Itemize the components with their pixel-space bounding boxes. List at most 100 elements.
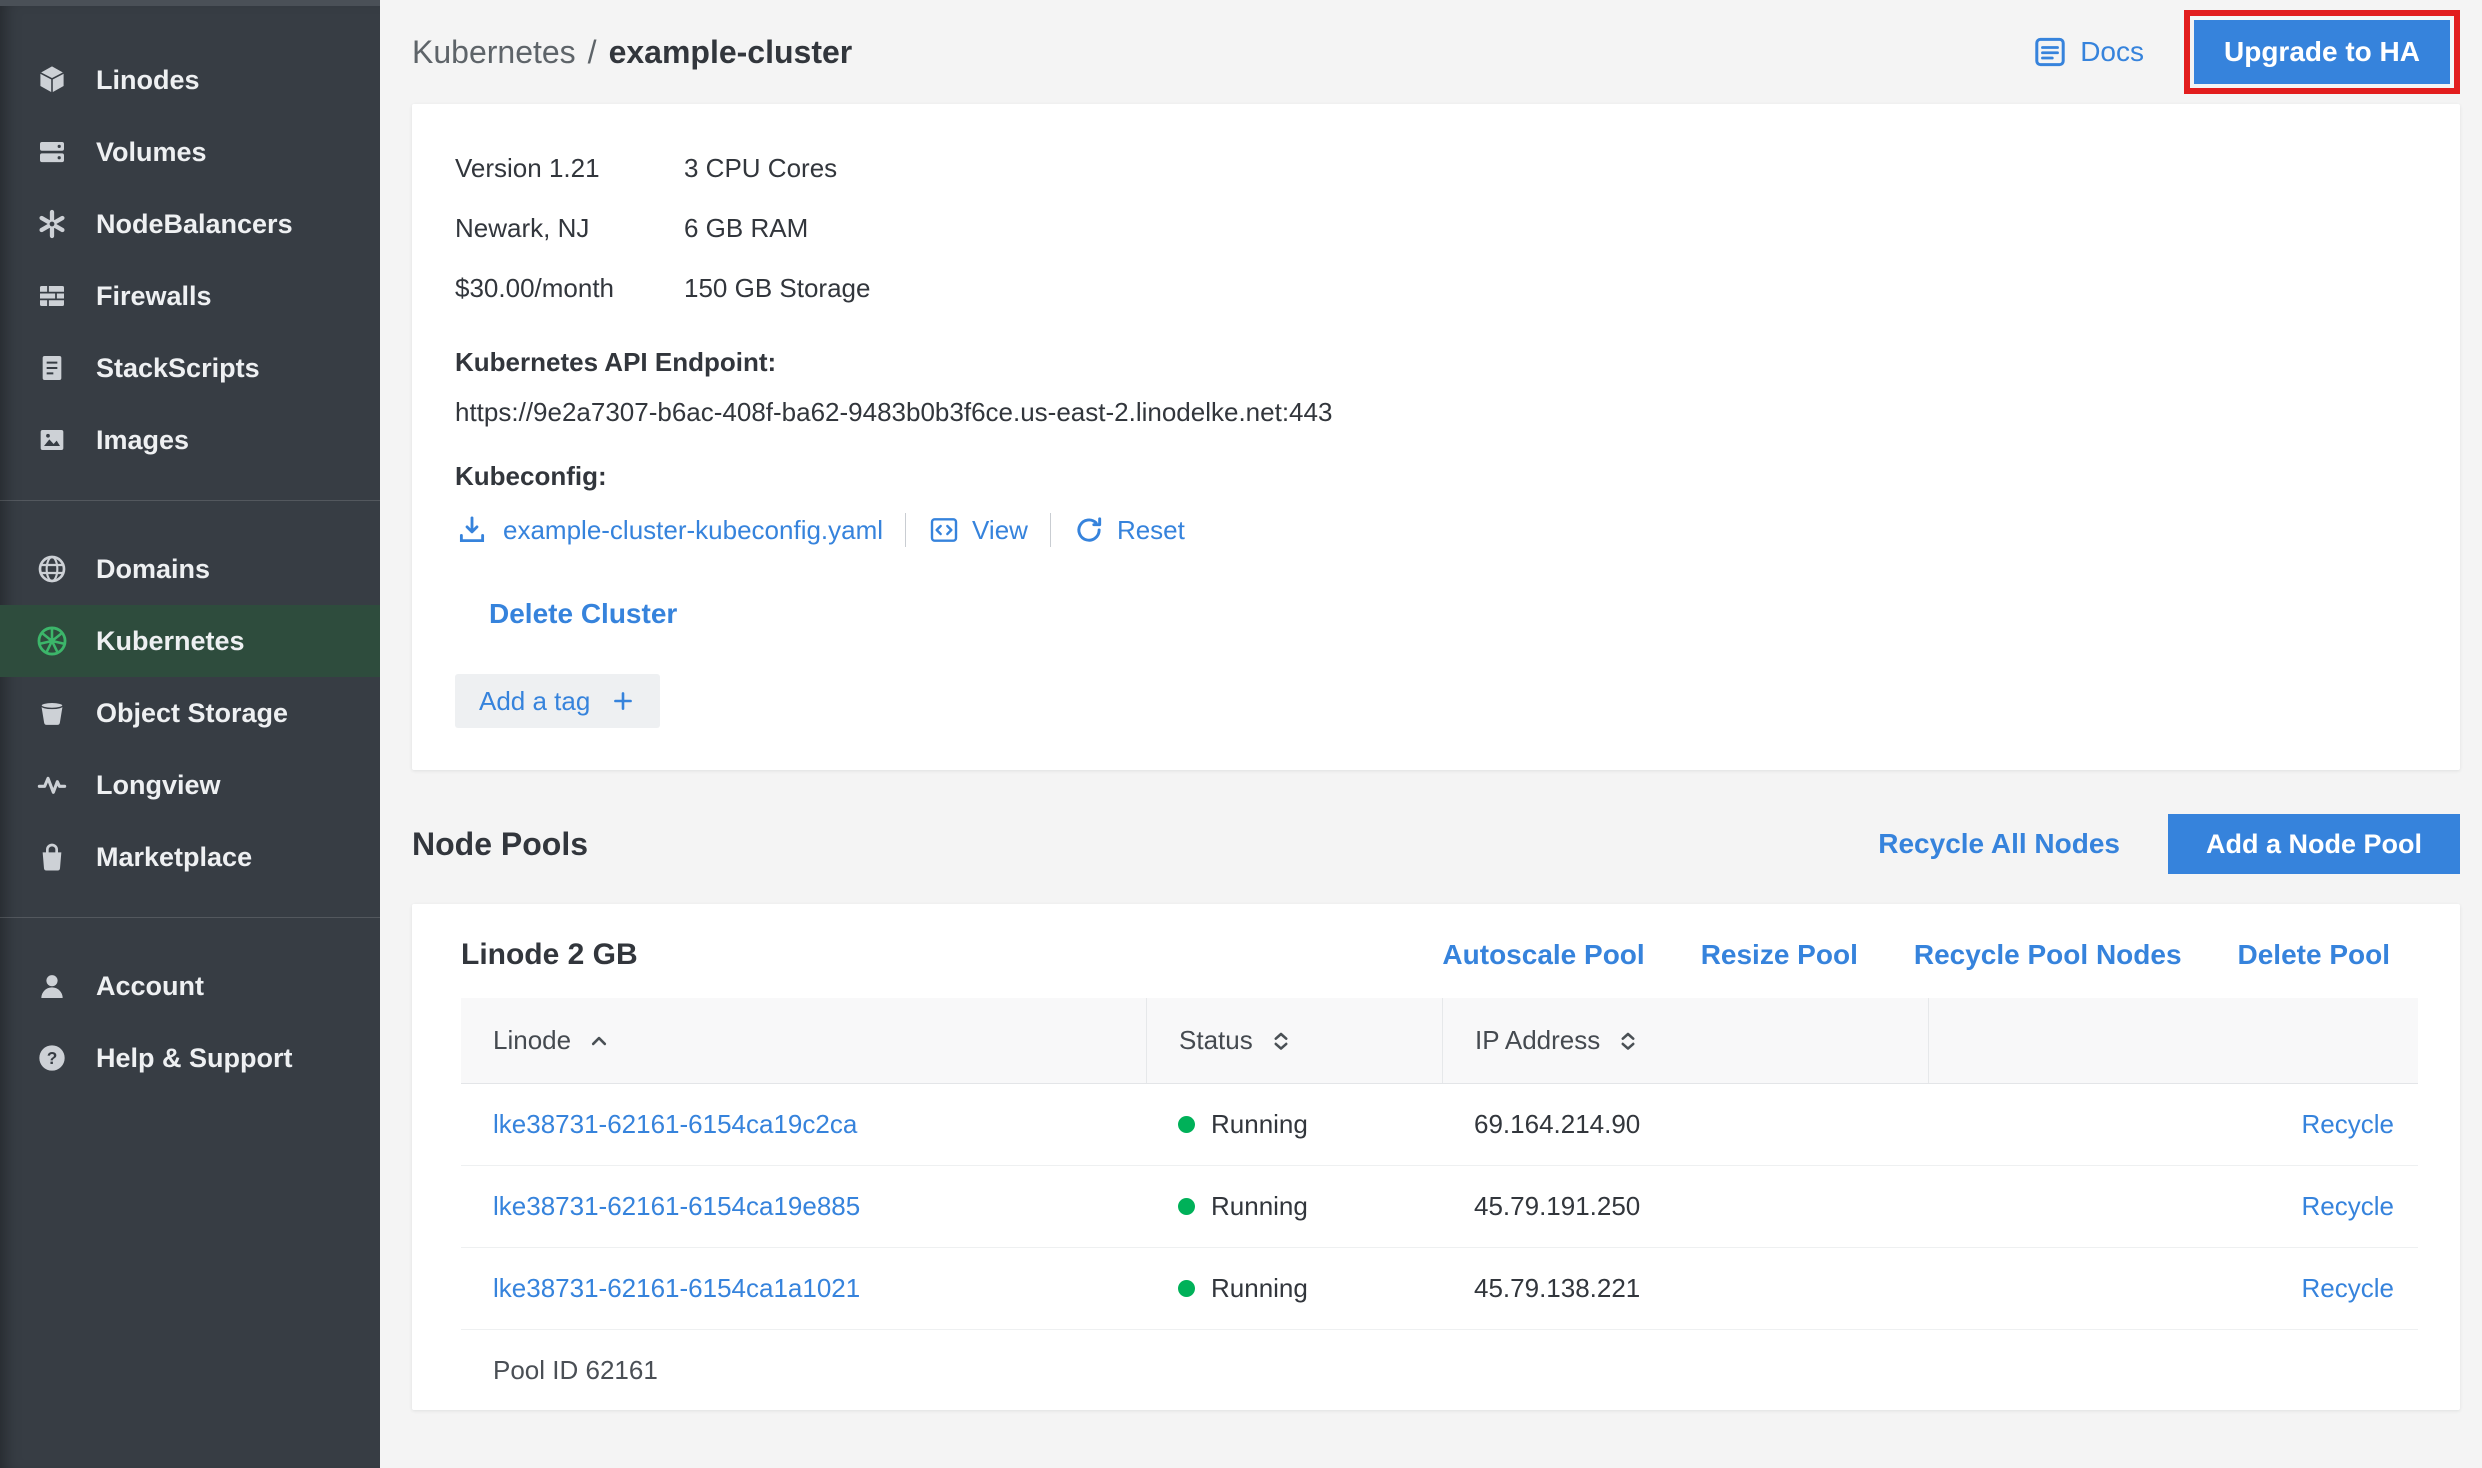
view-label: View [972, 515, 1028, 546]
sidebar-item-label: NodeBalancers [96, 209, 293, 240]
reset-label: Reset [1117, 515, 1185, 546]
sidebar-item-domains[interactable]: Domains [0, 533, 380, 605]
bucket-icon [34, 695, 70, 731]
reset-icon [1073, 514, 1105, 546]
svg-text:?: ? [47, 1048, 58, 1068]
column-label: IP Address [1475, 1025, 1600, 1056]
upgrade-to-ha-button[interactable]: Upgrade to HA [2194, 20, 2450, 84]
annotation-highlight-box: Upgrade to HA [2184, 10, 2460, 94]
sidebar-item-label: Volumes [96, 137, 207, 168]
kubeconfig-actions: example-cluster-kubeconfig.yaml View Res… [455, 510, 2417, 550]
breadcrumb: Kubernetes / example-cluster [412, 34, 852, 71]
autoscale-pool-link[interactable]: Autoscale Pool [1442, 939, 1644, 971]
column-header-status[interactable]: Status [1146, 998, 1442, 1083]
divider [1050, 513, 1051, 547]
resize-pool-link[interactable]: Resize Pool [1701, 939, 1858, 971]
sidebar-item-firewalls[interactable]: Firewalls [0, 260, 380, 332]
sidebar-divider [0, 917, 380, 918]
cube-icon [34, 62, 70, 98]
status-dot-running [1178, 1116, 1195, 1133]
globe-icon [34, 551, 70, 587]
images-icon [34, 422, 70, 458]
ip-address: 45.79.138.221 [1442, 1273, 1928, 1304]
sidebar-item-stackscripts[interactable]: StackScripts [0, 332, 380, 404]
sidebar-item-label: Domains [96, 554, 210, 585]
sidebar-item-linodes[interactable]: Linodes [0, 44, 380, 116]
firewall-icon [34, 278, 70, 314]
recycle-pool-nodes-link[interactable]: Recycle Pool Nodes [1914, 939, 2182, 971]
cluster-region: Newark, NJ [455, 198, 684, 258]
divider [905, 513, 906, 547]
sidebar-item-label: Object Storage [96, 698, 288, 729]
table-row: lke38731-62161-6154ca19e885 Running 45.7… [461, 1166, 2418, 1248]
sidebar-item-marketplace[interactable]: Marketplace [0, 821, 380, 893]
sidebar-item-label: Firewalls [96, 281, 212, 312]
pool-id-footer: Pool ID 62161 [461, 1330, 2418, 1410]
nodebalancer-icon [34, 206, 70, 242]
status-dot-running [1178, 1280, 1195, 1297]
page-title: example-cluster [609, 34, 853, 71]
sidebar-item-label: Kubernetes [96, 626, 245, 657]
column-header-ip-address[interactable]: IP Address [1442, 998, 1928, 1083]
pulse-icon [34, 767, 70, 803]
pool-action-links: Autoscale Pool Resize Pool Recycle Pool … [1442, 939, 2390, 971]
docs-link[interactable]: Docs [2032, 34, 2144, 70]
recycle-node-link[interactable]: Recycle [2302, 1109, 2394, 1139]
sidebar-item-images[interactable]: Images [0, 404, 380, 476]
sidebar-item-volumes[interactable]: Volumes [0, 116, 380, 188]
status-text: Running [1211, 1191, 1308, 1222]
node-link[interactable]: lke38731-62161-6154ca19e885 [493, 1191, 860, 1221]
node-link[interactable]: lke38731-62161-6154ca19c2ca [493, 1109, 857, 1139]
add-tag-button[interactable]: Add a tag [455, 674, 660, 728]
recycle-node-link[interactable]: Recycle [2302, 1273, 2394, 1303]
pool-header: Linode 2 GB Autoscale Pool Resize Pool R… [412, 904, 2460, 998]
node-link[interactable]: lke38731-62161-6154ca1a1021 [493, 1273, 860, 1303]
sidebar-item-account[interactable]: Account [0, 950, 380, 1022]
kubeconfig-view-button[interactable]: View [928, 514, 1028, 546]
api-endpoint-label: Kubernetes API Endpoint: [455, 344, 2417, 380]
cluster-ram: 6 GB RAM [684, 198, 870, 258]
table-row: lke38731-62161-6154ca1a1021 Running 45.7… [461, 1248, 2418, 1330]
sidebar-item-kubernetes[interactable]: Kubernetes [0, 605, 380, 677]
add-node-pool-button[interactable]: Add a Node Pool [2168, 814, 2460, 874]
docs-icon [2032, 34, 2068, 70]
pool-name: Linode 2 GB [461, 938, 638, 972]
docs-label: Docs [2080, 36, 2144, 68]
cluster-cpu: 3 CPU Cores [684, 138, 870, 198]
header-actions: Docs Upgrade to HA [2032, 10, 2460, 94]
sidebar-item-label: Account [96, 971, 204, 1002]
kubeconfig-download-link[interactable]: example-cluster-kubeconfig.yaml [503, 515, 883, 546]
sidebar-item-nodebalancers[interactable]: NodeBalancers [0, 188, 380, 260]
ip-address: 45.79.191.250 [1442, 1191, 1928, 1222]
sidebar-divider [0, 500, 380, 501]
account-icon [34, 968, 70, 1004]
recycle-node-link[interactable]: Recycle [2302, 1191, 2394, 1221]
add-tag-label: Add a tag [479, 686, 590, 717]
cluster-specs: Version 1.21 3 CPU Cores Newark, NJ 6 GB… [455, 138, 2417, 318]
page-header: Kubernetes / example-cluster Docs Upgrad… [412, 0, 2460, 104]
cluster-price: $30.00/month [455, 258, 684, 318]
delete-pool-link[interactable]: Delete Pool [2238, 939, 2390, 971]
node-pools-title: Node Pools [412, 826, 588, 863]
api-endpoint-url: https://9e2a7307-b6ac-408f-ba62-9483b0b3… [455, 394, 2417, 430]
kubeconfig-reset-button[interactable]: Reset [1073, 514, 1185, 546]
cluster-summary-card: Version 1.21 3 CPU Cores Newark, NJ 6 GB… [412, 104, 2460, 770]
column-header-linode[interactable]: Linode [461, 998, 1146, 1083]
sidebar-item-object-storage[interactable]: Object Storage [0, 677, 380, 749]
view-code-icon [928, 514, 960, 546]
node-pools-actions: Recycle All Nodes Add a Node Pool [1878, 814, 2460, 874]
sidebar-item-label: Longview [96, 770, 221, 801]
stackscripts-icon [34, 350, 70, 386]
sidebar-item-help-support[interactable]: ? Help & Support [0, 1022, 380, 1094]
recycle-all-nodes-link[interactable]: Recycle All Nodes [1878, 828, 2120, 860]
sidebar-item-label: StackScripts [96, 353, 260, 384]
column-header-actions [1928, 998, 2418, 1083]
sidebar-item-label: Linodes [96, 65, 200, 96]
sidebar-item-label: Images [96, 425, 189, 456]
column-label: Status [1179, 1025, 1253, 1056]
cluster-version: Version 1.21 [455, 138, 684, 198]
breadcrumb-kubernetes[interactable]: Kubernetes [412, 34, 576, 71]
delete-cluster-button[interactable]: Delete Cluster [489, 598, 677, 630]
sidebar-item-longview[interactable]: Longview [0, 749, 380, 821]
plus-icon [610, 688, 636, 714]
